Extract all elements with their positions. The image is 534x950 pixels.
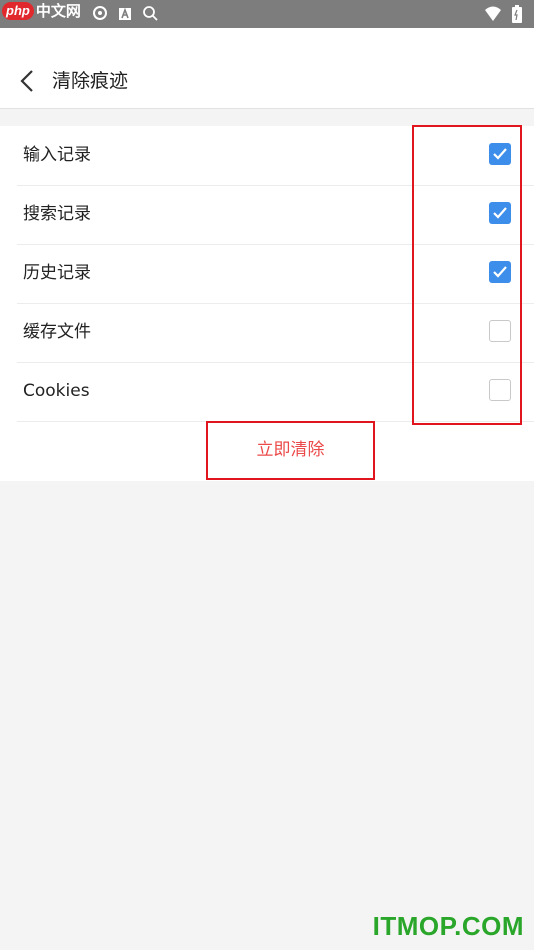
- watermark: ITMOP.COM: [372, 911, 524, 941]
- logo-php-badge: php: [2, 2, 34, 20]
- search-notification-icon: [142, 5, 158, 25]
- status-notification-icons: [92, 5, 158, 25]
- page-title: 清除痕迹: [52, 70, 129, 92]
- status-system-icons: [484, 5, 522, 27]
- app-notification-icon: [92, 5, 108, 25]
- logo-site-text: 中文网: [35, 2, 81, 20]
- battery-icon: [512, 5, 522, 27]
- notification-a-icon: [118, 6, 132, 25]
- option-label: Cookies: [23, 381, 90, 401]
- app-header: 清除痕迹: [0, 28, 534, 109]
- back-arrow-icon[interactable]: [18, 68, 38, 94]
- wifi-icon: [484, 6, 502, 26]
- option-label: 搜索记录: [23, 204, 91, 224]
- site-logo: php 中文网: [2, 2, 81, 20]
- status-bar: php 中文网: [0, 0, 534, 28]
- option-label: 历史记录: [23, 263, 91, 283]
- checkbox-highlight-frame: [412, 125, 522, 425]
- option-label: 缓存文件: [23, 322, 91, 342]
- clear-now-button[interactable]: 立即清除: [206, 421, 375, 480]
- option-label: 输入记录: [23, 145, 91, 165]
